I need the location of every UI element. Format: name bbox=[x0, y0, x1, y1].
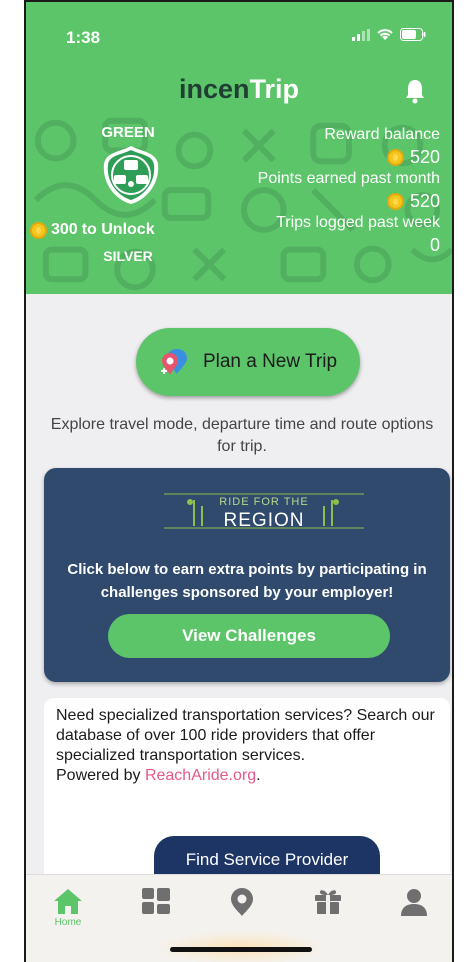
challenge-description: Click below to earn extra points by part… bbox=[67, 561, 427, 601]
trips-week-value-row: 0 bbox=[258, 234, 440, 256]
service-card: Need specialized transportation services… bbox=[44, 698, 450, 888]
points-month-label: Points earned past month bbox=[257, 170, 440, 187]
service-text: Need specialized transportation services… bbox=[56, 707, 435, 764]
plan-description: Explore travel mode, departure time and … bbox=[50, 416, 434, 455]
plan-new-trip-label: Plan a New Trip bbox=[202, 351, 338, 372]
unlock-text: to Unlock bbox=[81, 221, 155, 238]
coin-icon bbox=[30, 221, 47, 239]
next-level-label: SILVER bbox=[103, 248, 153, 264]
home-indicator bbox=[170, 947, 312, 952]
unlock-progress: 300 to Unlock bbox=[30, 221, 155, 239]
unlock-points: 300 bbox=[51, 221, 78, 238]
challenge-card: RIDE FOR THE REGION Click below to earn … bbox=[44, 468, 450, 682]
region-banner-big: REGION bbox=[223, 510, 305, 531]
green-level-badge-icon[interactable] bbox=[102, 144, 160, 206]
signal-icon bbox=[352, 28, 370, 41]
service-description: Need specialized transportation services… bbox=[56, 706, 440, 786]
tab-dashboard[interactable] bbox=[136, 887, 176, 935]
reward-balance-value-row: 520 bbox=[258, 146, 440, 168]
incentrip-logo: incenTrip bbox=[178, 74, 300, 104]
rewards-header: 1:38 incenTrip GREEN 300 to Unlock SILVE… bbox=[26, 2, 452, 294]
reward-stats: Reward balance 520 Points earned past mo… bbox=[258, 124, 440, 256]
home-icon bbox=[54, 889, 82, 914]
profile-icon bbox=[401, 889, 427, 916]
coin-icon bbox=[386, 192, 404, 210]
region-banner-small: RIDE FOR THE bbox=[219, 496, 309, 508]
wifi-icon bbox=[377, 29, 393, 40]
coin-icon bbox=[386, 148, 404, 166]
tab-profile[interactable] bbox=[394, 887, 434, 935]
powered-suffix: . bbox=[256, 767, 261, 784]
reachaaride-link[interactable]: ReachAride.org bbox=[145, 767, 256, 784]
points-month-value-row: 520 bbox=[258, 190, 440, 212]
app-header: incenTrip bbox=[26, 64, 452, 110]
trips-week-value: 0 bbox=[429, 235, 440, 255]
reward-balance-label: Reward balance bbox=[324, 126, 440, 143]
find-service-provider-button[interactable]: Find Service Provider bbox=[154, 836, 380, 876]
trips-week-label: Trips logged past week bbox=[276, 214, 440, 231]
view-challenges-button[interactable]: View Challenges bbox=[108, 614, 390, 658]
powered-prefix: Powered by bbox=[56, 767, 141, 784]
tab-home-label: Home bbox=[54, 917, 82, 928]
bell-icon[interactable] bbox=[404, 78, 426, 104]
location-pin-icon bbox=[231, 888, 253, 916]
plan-new-trip-button[interactable]: Plan a New Trip bbox=[136, 328, 360, 396]
map-pin-icon bbox=[160, 349, 187, 375]
dashboard-icon bbox=[142, 888, 170, 914]
status-bar: 1:38 bbox=[26, 2, 452, 62]
current-level-label: GREEN bbox=[101, 124, 155, 141]
tab-home[interactable]: Home bbox=[48, 887, 88, 935]
battery-icon bbox=[400, 28, 426, 41]
status-time: 1:38 bbox=[66, 28, 101, 47]
app-screen: 1:38 incenTrip GREEN 300 to Unlock SILVE… bbox=[24, 0, 454, 962]
tab-rewards[interactable] bbox=[308, 887, 348, 935]
ride-for-the-region-logo: RIDE FOR THE REGION bbox=[164, 490, 364, 532]
bottom-tab-bar: Home bbox=[26, 874, 452, 962]
points-month-value: 520 bbox=[409, 191, 440, 211]
status-icons bbox=[352, 28, 426, 41]
reward-balance-value: 520 bbox=[409, 147, 440, 167]
gift-icon bbox=[315, 890, 341, 914]
tab-map[interactable] bbox=[222, 887, 262, 935]
